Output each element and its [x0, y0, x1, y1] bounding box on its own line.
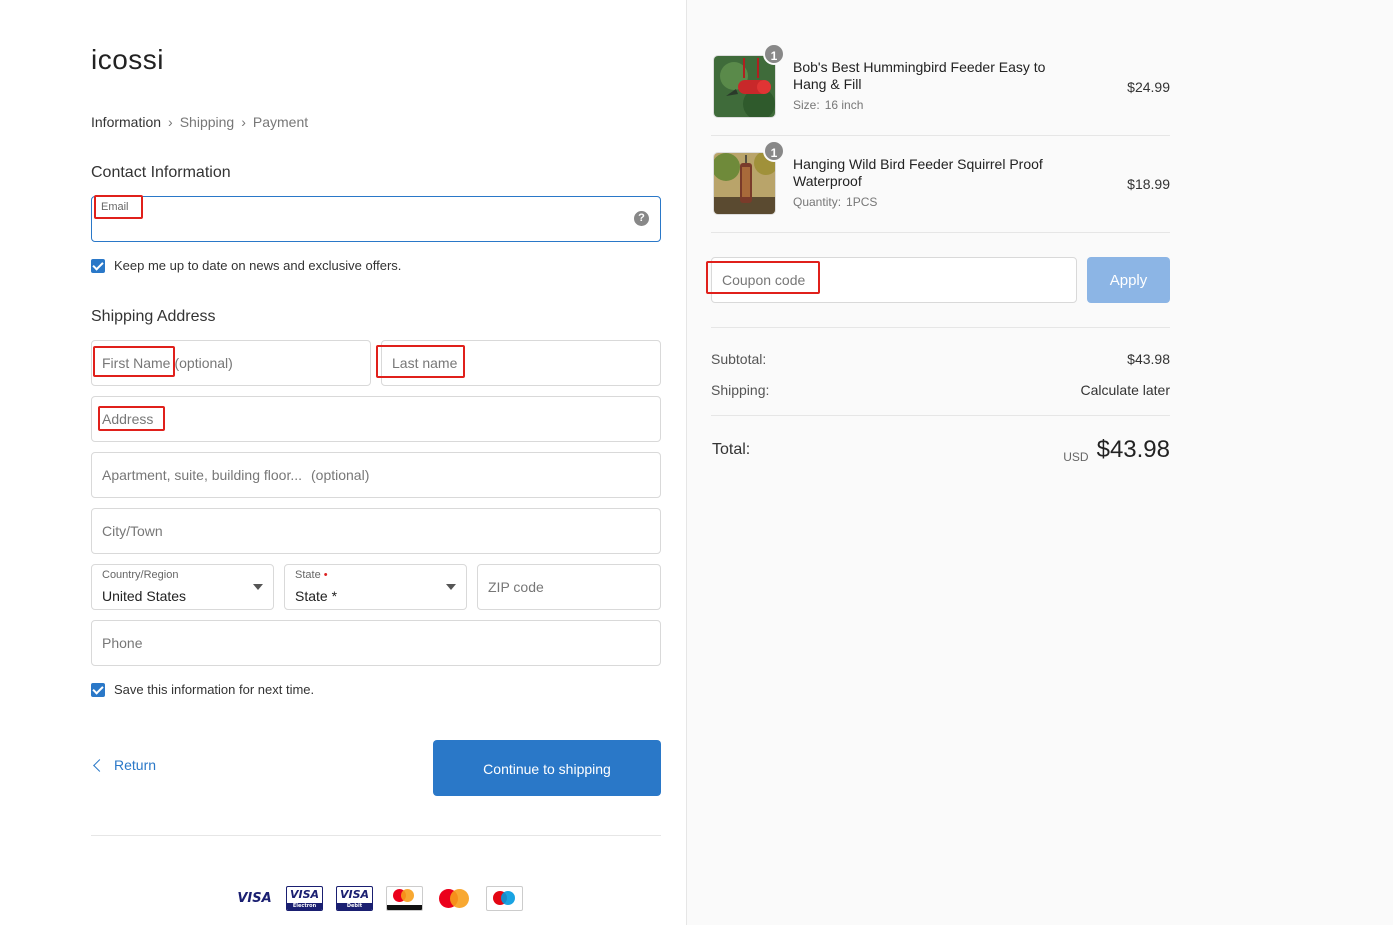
zip-field[interactable]: ZIP code	[477, 564, 661, 610]
hummingbird-feeder-thumbnail	[713, 55, 776, 118]
total-row: Total: USD $43.98	[712, 436, 1170, 464]
shipping-address-title: Shipping Address	[91, 308, 216, 325]
visa-electron-band: Electron	[287, 903, 322, 910]
divider	[711, 415, 1170, 416]
checkout-form-panel: icossi Information › Shipping › Payment …	[0, 0, 686, 925]
mastercard-debit-icon	[386, 886, 423, 911]
cart-item-meta-label: Size:	[793, 98, 820, 112]
newsletter-label: Keep me up to date on news and exclusive…	[114, 258, 402, 273]
chevron-down-icon	[253, 584, 263, 590]
breadcrumb-payment[interactable]: Payment	[253, 114, 308, 130]
payment-methods: VISA VISA Electron VISA Debit	[236, 886, 523, 911]
total-value: $43.98	[1096, 436, 1170, 463]
apartment-label: Apartment, suite, building floor...	[102, 467, 302, 483]
breadcrumb-shipping[interactable]: Shipping	[180, 114, 235, 130]
cart-item-price: $24.99	[1127, 79, 1170, 95]
store-logo[interactable]: icossi	[91, 44, 164, 76]
state-label: State •	[295, 569, 328, 581]
mc-orange-circle	[401, 889, 414, 902]
cart-item-meta-label: Quantity:	[793, 195, 842, 209]
total-label: Total:	[712, 441, 751, 458]
return-label: Return	[114, 757, 157, 773]
first-name-optional: (optional)	[174, 355, 233, 371]
phone-field[interactable]: Phone	[91, 620, 661, 666]
state-label-text: State	[295, 569, 321, 581]
shipping-value: Calculate later	[1080, 382, 1171, 398]
continue-to-shipping-button[interactable]: Continue to shipping	[433, 740, 661, 796]
divider	[711, 135, 1170, 136]
cart-item: 1 Bob's Best Hummingbird Feeder Easy to …	[713, 43, 1170, 120]
country-label: Country/Region	[102, 569, 179, 581]
mc-orange-circle	[450, 889, 469, 908]
email-field[interactable]: Email ?	[91, 196, 661, 242]
state-value: State *	[295, 588, 338, 604]
total-amount-group: USD $43.98	[1063, 436, 1170, 464]
first-name-highlight-box	[93, 346, 175, 377]
subtotal-row: Subtotal: $43.98	[711, 351, 1170, 367]
mc-debit-band	[387, 905, 422, 910]
mastercard-icon	[436, 886, 473, 911]
currency-code: USD	[1063, 450, 1089, 464]
required-marker: •	[323, 569, 328, 581]
zip-placeholder: ZIP code	[488, 579, 544, 595]
chevron-right-icon: ›	[241, 114, 246, 130]
visa-icon: VISA	[237, 891, 272, 906]
apply-coupon-button[interactable]: Apply	[1087, 257, 1170, 303]
visa-electron-icon: VISA Electron	[286, 886, 323, 911]
coupon-highlight-box	[706, 261, 820, 294]
visa-debit-band: Debit	[337, 903, 372, 910]
country-select[interactable]: Country/Region United States	[91, 564, 274, 610]
cart-item-name: Hanging Wild Bird Feeder Squirrel Proof …	[793, 156, 1043, 189]
country-value: United States	[102, 588, 187, 604]
cart-item-name: Bob's Best Hummingbird Feeder Easy to Ha…	[793, 59, 1046, 92]
cart-item-meta: Quantity: 1PCS	[793, 195, 877, 209]
cart-item-meta-value: 1PCS	[846, 195, 878, 209]
maestro-blue-circle	[501, 891, 515, 905]
bird-feeder-thumbnail	[713, 152, 776, 215]
apartment-optional: (optional)	[311, 467, 370, 483]
quantity-badge: 1	[763, 140, 785, 162]
visa-electron-wordmark: VISA	[289, 888, 320, 901]
help-icon[interactable]: ?	[634, 211, 649, 226]
chevron-down-icon	[446, 584, 456, 590]
save-info-checkbox[interactable]	[91, 682, 105, 697]
address-field[interactable]: Address	[91, 396, 661, 442]
address-highlight-box	[98, 406, 165, 431]
visa-debit-wordmark: VISA	[339, 888, 370, 901]
apartment-field[interactable]: Apartment, suite, building floor... (opti…	[91, 452, 661, 498]
divider	[711, 327, 1170, 328]
save-info-checkbox-row[interactable]: Save this information for next time.	[91, 682, 314, 697]
chevron-right-icon: ›	[168, 114, 173, 130]
contact-information-title: Contact Information	[91, 164, 231, 181]
divider	[711, 232, 1170, 233]
maestro-icon	[486, 886, 523, 911]
breadcrumb: Information › Shipping › Payment	[91, 114, 308, 130]
email-highlight-box	[94, 195, 143, 219]
newsletter-checkbox[interactable]	[91, 258, 105, 273]
phone-placeholder: Phone	[102, 635, 143, 651]
cart-item-price: $18.99	[1127, 176, 1170, 192]
divider	[91, 835, 661, 836]
shipping-row: Shipping: Calculate later	[711, 382, 1170, 398]
apartment-placeholder: Apartment, suite, building floor... (opti…	[102, 467, 369, 483]
last-name-highlight-box	[376, 345, 465, 378]
save-info-label: Save this information for next time.	[114, 682, 315, 697]
city-placeholder: City/Town	[102, 523, 163, 539]
state-select[interactable]: State • State *	[284, 564, 467, 610]
breadcrumb-information[interactable]: Information	[91, 114, 161, 130]
quantity-badge: 1	[763, 43, 785, 65]
city-field[interactable]: City/Town	[91, 508, 661, 554]
cart-item-meta-value: 16 inch	[824, 98, 864, 112]
newsletter-checkbox-row[interactable]: Keep me up to date on news and exclusive…	[91, 258, 401, 273]
shipping-label: Shipping:	[711, 382, 770, 398]
cart-item-meta: Size: 16 inch	[793, 98, 863, 112]
visa-debit-icon: VISA Debit	[336, 886, 373, 911]
cart-item: 1 Hanging Wild Bird Feeder Squirrel Proo…	[713, 140, 1170, 217]
subtotal-label: Subtotal:	[711, 351, 767, 367]
chevron-left-icon	[93, 758, 106, 772]
return-link[interactable]: Return	[91, 757, 156, 773]
subtotal-value: $43.98	[1127, 351, 1170, 367]
